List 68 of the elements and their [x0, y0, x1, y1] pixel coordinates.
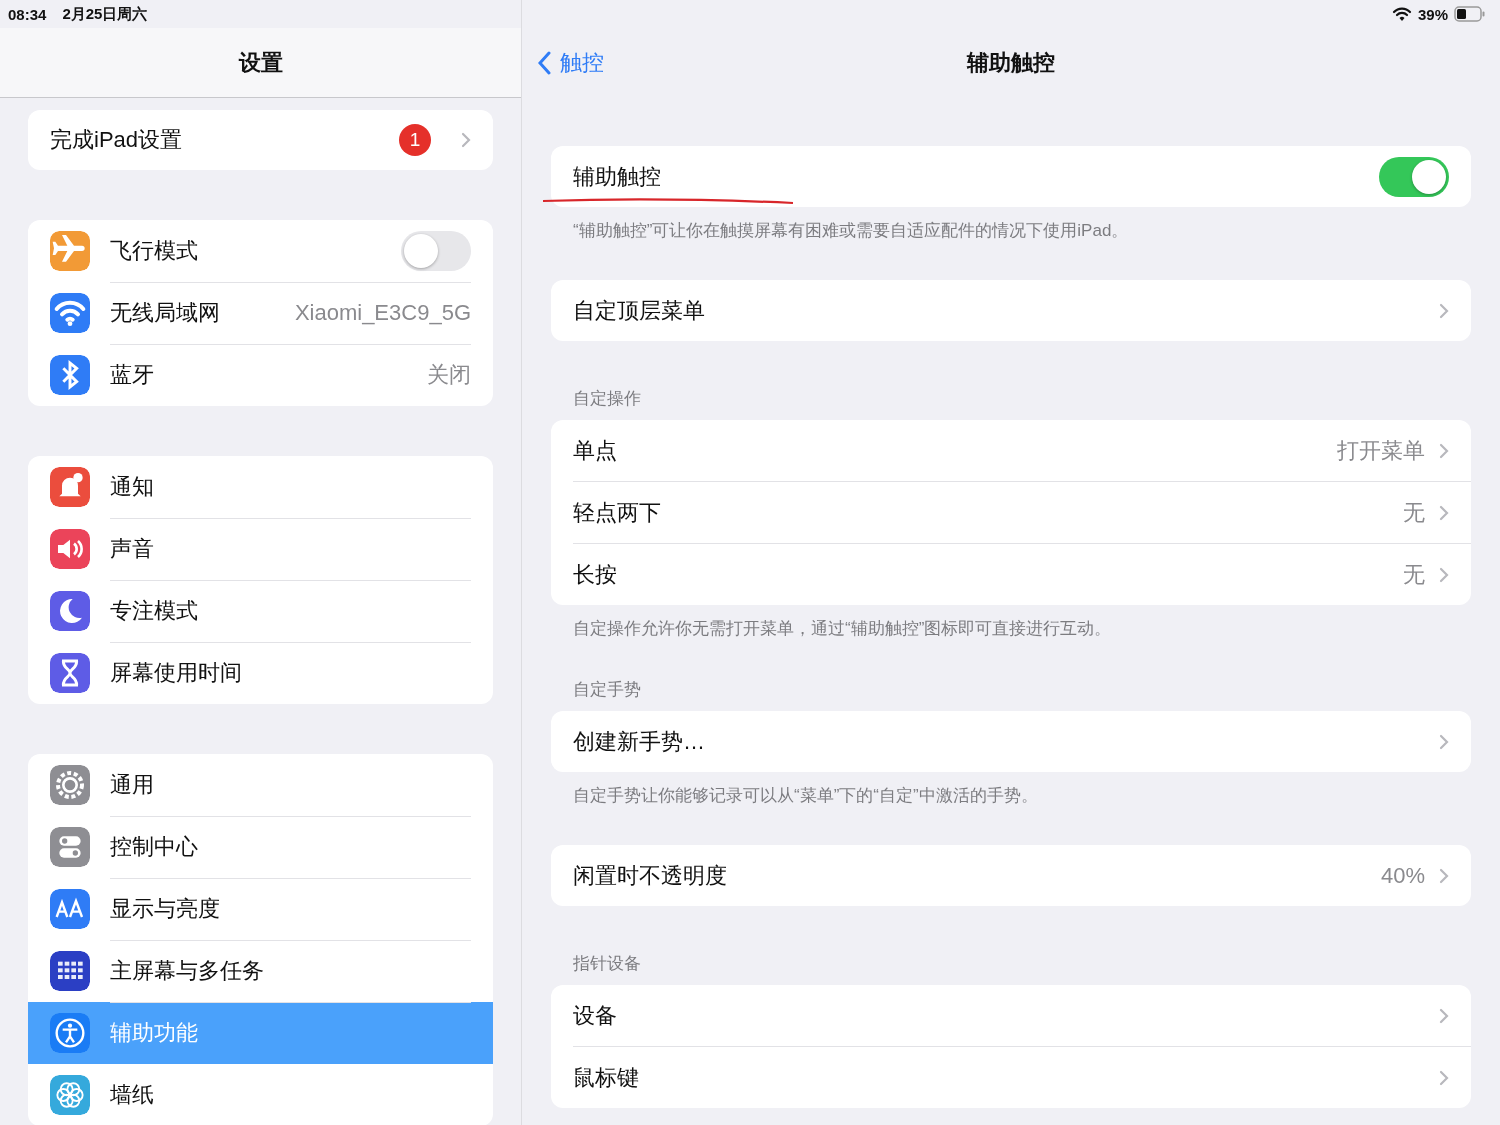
sidebar-item[interactable]: 完成iPad设置 1: [28, 110, 493, 170]
moon-icon: [50, 591, 90, 631]
row-label: 闲置时不透明度: [573, 862, 727, 888]
sidebar-item[interactable]: 控制中心: [28, 816, 493, 878]
text-size-icon: [50, 889, 90, 929]
sidebar-item[interactable]: 墙纸: [28, 1064, 493, 1125]
setting-value: 打开菜单: [1337, 436, 1425, 465]
wifi-icon: [1391, 6, 1412, 22]
sidebar-item[interactable]: 屏幕使用时间: [28, 642, 493, 704]
section-header: 指针设备: [573, 954, 641, 973]
gear-icon: [50, 765, 90, 805]
section-footer: “辅助触控”可让你在触摸屏幕有困难或需要自适应配件的情况下使用iPad。: [573, 221, 1129, 240]
accessibility-icon: [50, 1013, 90, 1053]
section-footer: 自定操作允许你无需打开菜单，通过“辅助触控”图标即可直接进行互动。: [573, 619, 1112, 638]
sidebar-item[interactable]: 蓝牙 关闭: [28, 344, 493, 406]
chevron-icon: [1439, 504, 1449, 521]
page-title: 辅助触控: [967, 49, 1055, 75]
wifi-icon: [50, 293, 90, 333]
sidebar-title: 设置: [238, 48, 283, 77]
sidebar-item[interactable]: 声音: [28, 518, 493, 580]
row-label: 自定顶层菜单: [573, 297, 705, 323]
setting-value: 无: [1403, 498, 1425, 527]
speaker-icon: [50, 529, 90, 569]
sidebar-item[interactable]: 主屏幕与多任务: [28, 940, 493, 1002]
back-button[interactable]: 触控: [538, 47, 604, 78]
chevron-icon: [1439, 867, 1449, 884]
flower-icon: [50, 1075, 90, 1115]
setting-value: Xiaomi_E3C9_5G: [294, 299, 471, 326]
sidebar-item[interactable]: 显示与亮度: [28, 878, 493, 940]
airplane-icon: [50, 231, 90, 271]
battery-percent: 39%: [1417, 5, 1448, 23]
section-header: 自定手势: [573, 680, 641, 699]
row-label: 轻点两下: [573, 499, 661, 525]
row-label: 创建新手势…: [573, 728, 705, 754]
bell-icon: [50, 467, 90, 507]
status-time: 08:34: [8, 5, 47, 23]
chevron-icon: [1439, 1069, 1449, 1086]
toggle-switch[interactable]: [1379, 156, 1449, 197]
status-date: 2月25日周六: [62, 4, 148, 24]
setting-value: 无: [1403, 560, 1425, 589]
row-label: 鼠标键: [573, 1064, 639, 1090]
chevron-icon: [1439, 733, 1449, 750]
app-grid-icon: [50, 951, 90, 991]
back-chevron-icon: [538, 50, 552, 75]
notification-badge: 1: [399, 124, 431, 156]
sidebar-item[interactable]: 无线局域网 Xiaomi_E3C9_5G: [28, 282, 493, 344]
sidebar-item[interactable]: 通用: [28, 754, 493, 816]
setting-value: 40%: [1380, 862, 1425, 889]
chevron-icon: [1439, 302, 1449, 319]
row-label: 单点: [573, 437, 617, 463]
toggle-switch[interactable]: [401, 230, 471, 271]
row-label: 长按: [573, 561, 617, 587]
bluetooth-icon: [50, 355, 90, 395]
chevron-icon: [1439, 1007, 1449, 1024]
sidebar-item[interactable]: 专注模式: [28, 580, 493, 642]
chevron-icon: [1439, 566, 1449, 583]
sidebar-item[interactable]: 飞行模式: [28, 220, 493, 282]
hourglass-icon: [50, 653, 90, 693]
sidebar-item[interactable]: 通知: [28, 456, 493, 518]
switches-icon: [50, 827, 90, 867]
setting-value: 关闭: [427, 361, 471, 389]
chevron-icon: [461, 132, 471, 148]
row-label: 设备: [573, 1002, 617, 1028]
row-label: 辅助触控: [573, 163, 661, 189]
battery-icon: [1454, 6, 1486, 22]
section-header: 自定操作: [573, 389, 641, 408]
section-footer: 自定手势让你能够记录可以从“菜单”下的“自定”中激活的手势。: [573, 786, 1038, 805]
chevron-icon: [1439, 442, 1449, 459]
